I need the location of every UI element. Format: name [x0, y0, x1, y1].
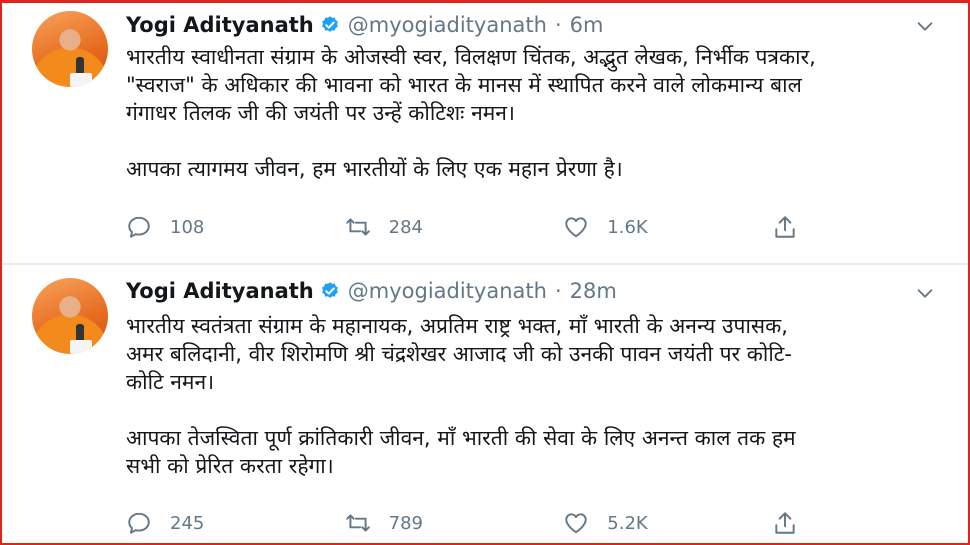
- share-icon: [775, 216, 795, 238]
- author-handle[interactable]: @myogiadityanath: [348, 13, 547, 37]
- verified-badge-icon: [321, 16, 338, 32]
- retweet-icon: [345, 218, 370, 236]
- tweet-actions: 245 789 5.2K: [126, 510, 816, 536]
- author-name[interactable]: Yogi Adityanath: [126, 13, 314, 37]
- share-icon: [775, 512, 795, 534]
- share-button[interactable]: [772, 510, 816, 536]
- separator-dot: ·: [554, 279, 562, 303]
- reply-count: 245: [170, 512, 205, 534]
- tweet-timestamp[interactable]: 6m: [570, 13, 604, 37]
- tweet-divider: [2, 263, 968, 265]
- author-name[interactable]: Yogi Adityanath: [126, 279, 314, 303]
- author-handle[interactable]: @myogiadityanath: [348, 279, 547, 303]
- chevron-down-icon[interactable]: [914, 282, 936, 304]
- avatar[interactable]: [32, 278, 108, 354]
- retweet-button[interactable]: 284: [345, 214, 564, 240]
- retweet-count: 789: [388, 512, 423, 534]
- tweet-header: Yogi Adityanath @myogiadityanath · 28m: [126, 279, 617, 303]
- verified-badge-icon: [321, 282, 338, 298]
- reply-icon: [128, 216, 150, 238]
- tweet[interactable]: Yogi Adityanath @myogiadityanath · 6m भा…: [2, 3, 968, 264]
- tweet-text: भारतीय स्वतंत्रता संग्राम के महानायक, अप…: [126, 314, 796, 478]
- tweet-timestamp[interactable]: 28m: [570, 279, 617, 303]
- like-button[interactable]: 1.6K: [563, 214, 772, 240]
- reply-button[interactable]: 108: [126, 214, 345, 240]
- retweet-count: 284: [388, 216, 423, 238]
- tweet-actions: 108 284 1.6K: [126, 214, 816, 240]
- avatar[interactable]: [32, 11, 108, 87]
- tweet-text: भारतीय स्वाधीनता संग्राम के ओजस्वी स्वर,…: [126, 45, 816, 181]
- retweet-button[interactable]: 789: [345, 510, 564, 536]
- tweet-header: Yogi Adityanath @myogiadityanath · 6m: [126, 13, 603, 37]
- like-count: 5.2K: [607, 512, 648, 534]
- share-button[interactable]: [772, 214, 816, 240]
- tweet[interactable]: Yogi Adityanath @myogiadityanath · 28m भ…: [2, 266, 968, 543]
- separator-dot: ·: [554, 13, 562, 37]
- like-button[interactable]: 5.2K: [563, 510, 772, 536]
- retweet-icon: [345, 514, 370, 532]
- reply-icon: [128, 512, 150, 534]
- heart-icon: [565, 217, 588, 238]
- heart-icon: [565, 513, 588, 534]
- reply-count: 108: [170, 216, 205, 238]
- chevron-down-icon[interactable]: [914, 15, 936, 37]
- like-count: 1.6K: [607, 216, 648, 238]
- reply-button[interactable]: 245: [126, 510, 345, 536]
